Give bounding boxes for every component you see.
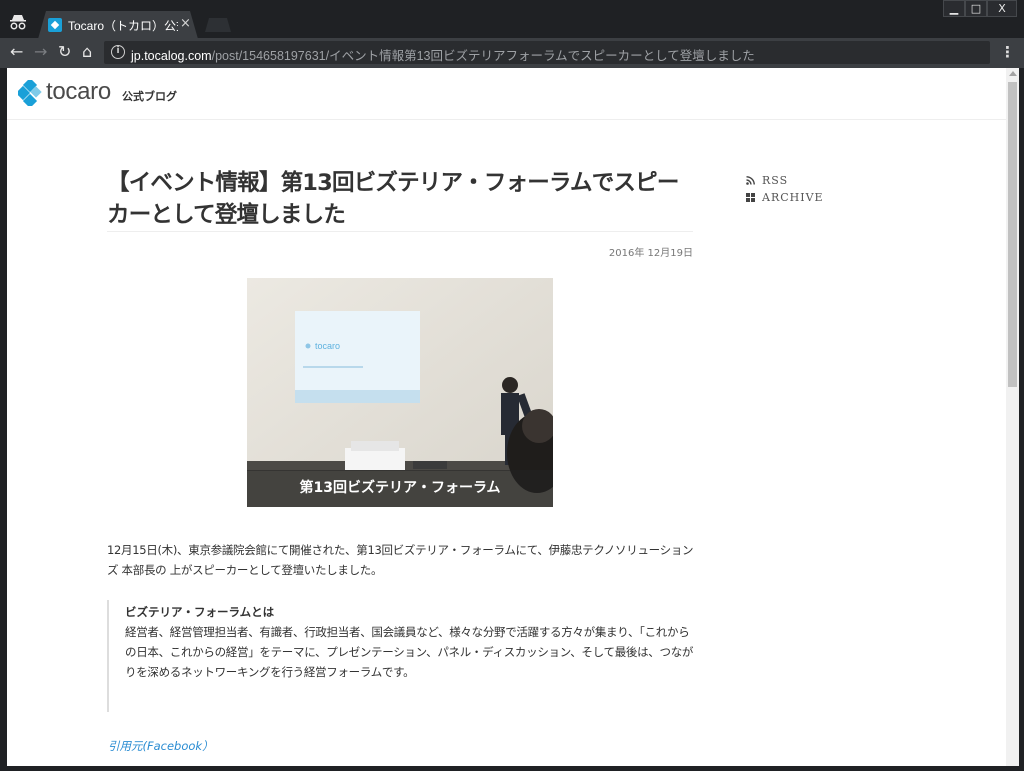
- quote-body[interactable]: 経営者、経営管理担当者、有識者、行政担当者、国会議員など、様々な分野で活躍する方…: [125, 622, 697, 682]
- tab-title: Tocaro（トカロ）公式ブ: [68, 19, 178, 33]
- forward-arrow-icon[interactable]: →: [34, 42, 47, 61]
- new-tab-button[interactable]: [205, 18, 231, 32]
- scroll-up-arrow-icon[interactable]: [1009, 71, 1017, 76]
- site-header: tocaro 公式ブログ: [7, 68, 1006, 120]
- photo-caption: 第13回ビズテリア・フォーラム: [247, 470, 553, 507]
- sidebar-links: RSS ARCHIVE: [746, 174, 824, 208]
- reload-icon[interactable]: ↻: [58, 42, 71, 61]
- tocaro-logo-icon[interactable]: [18, 80, 42, 106]
- window-close-button[interactable]: X: [987, 0, 1017, 17]
- browser-titlebar: Tocaro（トカロ）公式ブ × ▁ □ X: [0, 0, 1024, 39]
- intro-paragraph[interactable]: 12月15日(木)、東京参議院会館にて開催された、第13回ビズテリア・フォーラム…: [107, 540, 699, 580]
- home-icon[interactable]: ⌂: [82, 42, 92, 61]
- quote-heading[interactable]: ビズテリア・フォーラムとは: [125, 604, 697, 620]
- scrollbar-thumb[interactable]: [1008, 82, 1017, 387]
- url-text: jp.tocalog.com/post/154658197631/イベント情報第…: [131, 45, 755, 64]
- screen-logo-text: tocaro: [315, 341, 341, 351]
- incognito-icon: [10, 15, 26, 30]
- sidebar-item-archive[interactable]: ARCHIVE: [746, 191, 824, 208]
- site-logo-text[interactable]: tocaro: [46, 78, 111, 106]
- post-date[interactable]: 2016年 12月19日: [107, 244, 693, 259]
- url-path: /post/154658197631/イベント情報第13回ビズテリアフォーラムで…: [211, 49, 755, 63]
- blockquote: ビズテリア・フォーラムとは 経営者、経営管理担当者、有識者、行政担当者、国会議員…: [107, 600, 697, 712]
- browser-toolbar: ← → ↻ ⌂ i jp.tocalog.com/post/1546581976…: [0, 38, 1024, 68]
- address-bar[interactable]: i jp.tocalog.com/post/154658197631/イベント情…: [104, 41, 990, 64]
- post-title[interactable]: 【イベント情報】第13回ビズテリア・フォーラムでスピーカーとして登壇しました: [107, 167, 693, 231]
- sidebar-rss-label: RSS: [762, 174, 789, 187]
- archive-grid-icon: [746, 193, 755, 202]
- page-scrollbar[interactable]: [1006, 68, 1019, 766]
- tocaro-favicon-icon: [48, 18, 62, 32]
- event-photo[interactable]: tocaro 第13回ビズテリア・フォーラム: [247, 278, 553, 507]
- source-facebook-link[interactable]: 引用元(Facebook）: [108, 738, 214, 754]
- site-info-icon[interactable]: i: [111, 45, 125, 59]
- sidebar-item-rss[interactable]: RSS: [746, 174, 824, 191]
- page-viewport: tocaro 公式ブログ 【イベント情報】第13回ビズテリア・フォーラムでスピー…: [7, 68, 1006, 766]
- rss-icon: [746, 176, 755, 185]
- sidebar-archive-label: ARCHIVE: [762, 191, 824, 204]
- url-host: jp.tocalog.com: [131, 49, 212, 63]
- title-divider: [107, 231, 693, 232]
- site-logo-subtitle[interactable]: 公式ブログ: [122, 88, 177, 104]
- browser-tab-active[interactable]: Tocaro（トカロ）公式ブ ×: [38, 11, 198, 39]
- browser-menu-icon[interactable]: ⋮: [1000, 43, 1015, 61]
- window-minimize-button[interactable]: ▁: [943, 0, 965, 17]
- tab-close-icon[interactable]: ×: [180, 16, 191, 31]
- window-maximize-button[interactable]: □: [965, 0, 987, 17]
- back-arrow-icon[interactable]: ←: [10, 42, 23, 61]
